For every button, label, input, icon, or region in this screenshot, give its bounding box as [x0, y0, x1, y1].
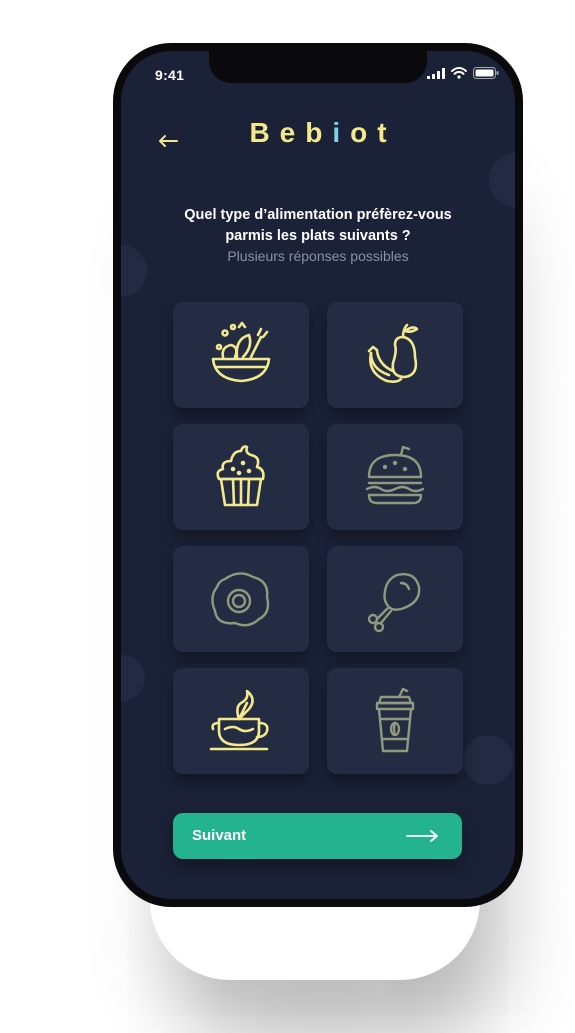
wifi-icon [451, 67, 467, 79]
salad-bowl-icon [211, 321, 271, 383]
fried-egg-icon [211, 572, 270, 627]
question-subtitle: Plusieurs réponses possibles [227, 248, 409, 264]
cupcake-icon [216, 445, 265, 507]
signal-icon [427, 67, 445, 79]
status-icons [427, 67, 499, 79]
tea-cup-icon [209, 689, 269, 751]
next-button-label: Suivant [192, 827, 247, 844]
food-option-coffee[interactable] [327, 668, 463, 774]
chicken-leg-icon [367, 573, 421, 633]
food-option-tea[interactable] [173, 668, 309, 774]
logo-text-accent: i [332, 117, 351, 148]
food-option-cupcake[interactable] [173, 424, 309, 530]
app-screen: 9:41 Bebiot Quel type d’alimentation pré… [121, 51, 515, 899]
question-line-1: Quel type d’alimentation préfèrez-vous [184, 207, 452, 223]
fruit-banana-pear-icon [367, 323, 419, 383]
decor-circle [489, 153, 515, 207]
food-option-fruits[interactable] [327, 302, 463, 408]
battery-icon [473, 67, 499, 79]
app-logo: Bebiot [121, 117, 515, 149]
food-option-salad[interactable] [173, 302, 309, 408]
logo-text-start: Beb [249, 117, 333, 148]
notch [209, 51, 427, 83]
decor-circle [121, 655, 145, 701]
status-time: 9:41 [155, 67, 185, 83]
decor-circle [463, 735, 513, 785]
burger-icon [365, 445, 425, 505]
food-option-burger[interactable] [327, 424, 463, 530]
food-option-egg[interactable] [173, 546, 309, 652]
coffee-cup-icon [375, 687, 415, 753]
question-line-2: parmis les plats suivants ? [225, 228, 411, 244]
next-button[interactable]: Suivant [173, 813, 462, 859]
question-title: Quel type d’alimentation préfèrez-vous p… [141, 205, 495, 247]
food-option-chicken[interactable] [327, 546, 463, 652]
logo-text-end: ot [350, 117, 397, 148]
arrow-right-icon [406, 830, 438, 842]
